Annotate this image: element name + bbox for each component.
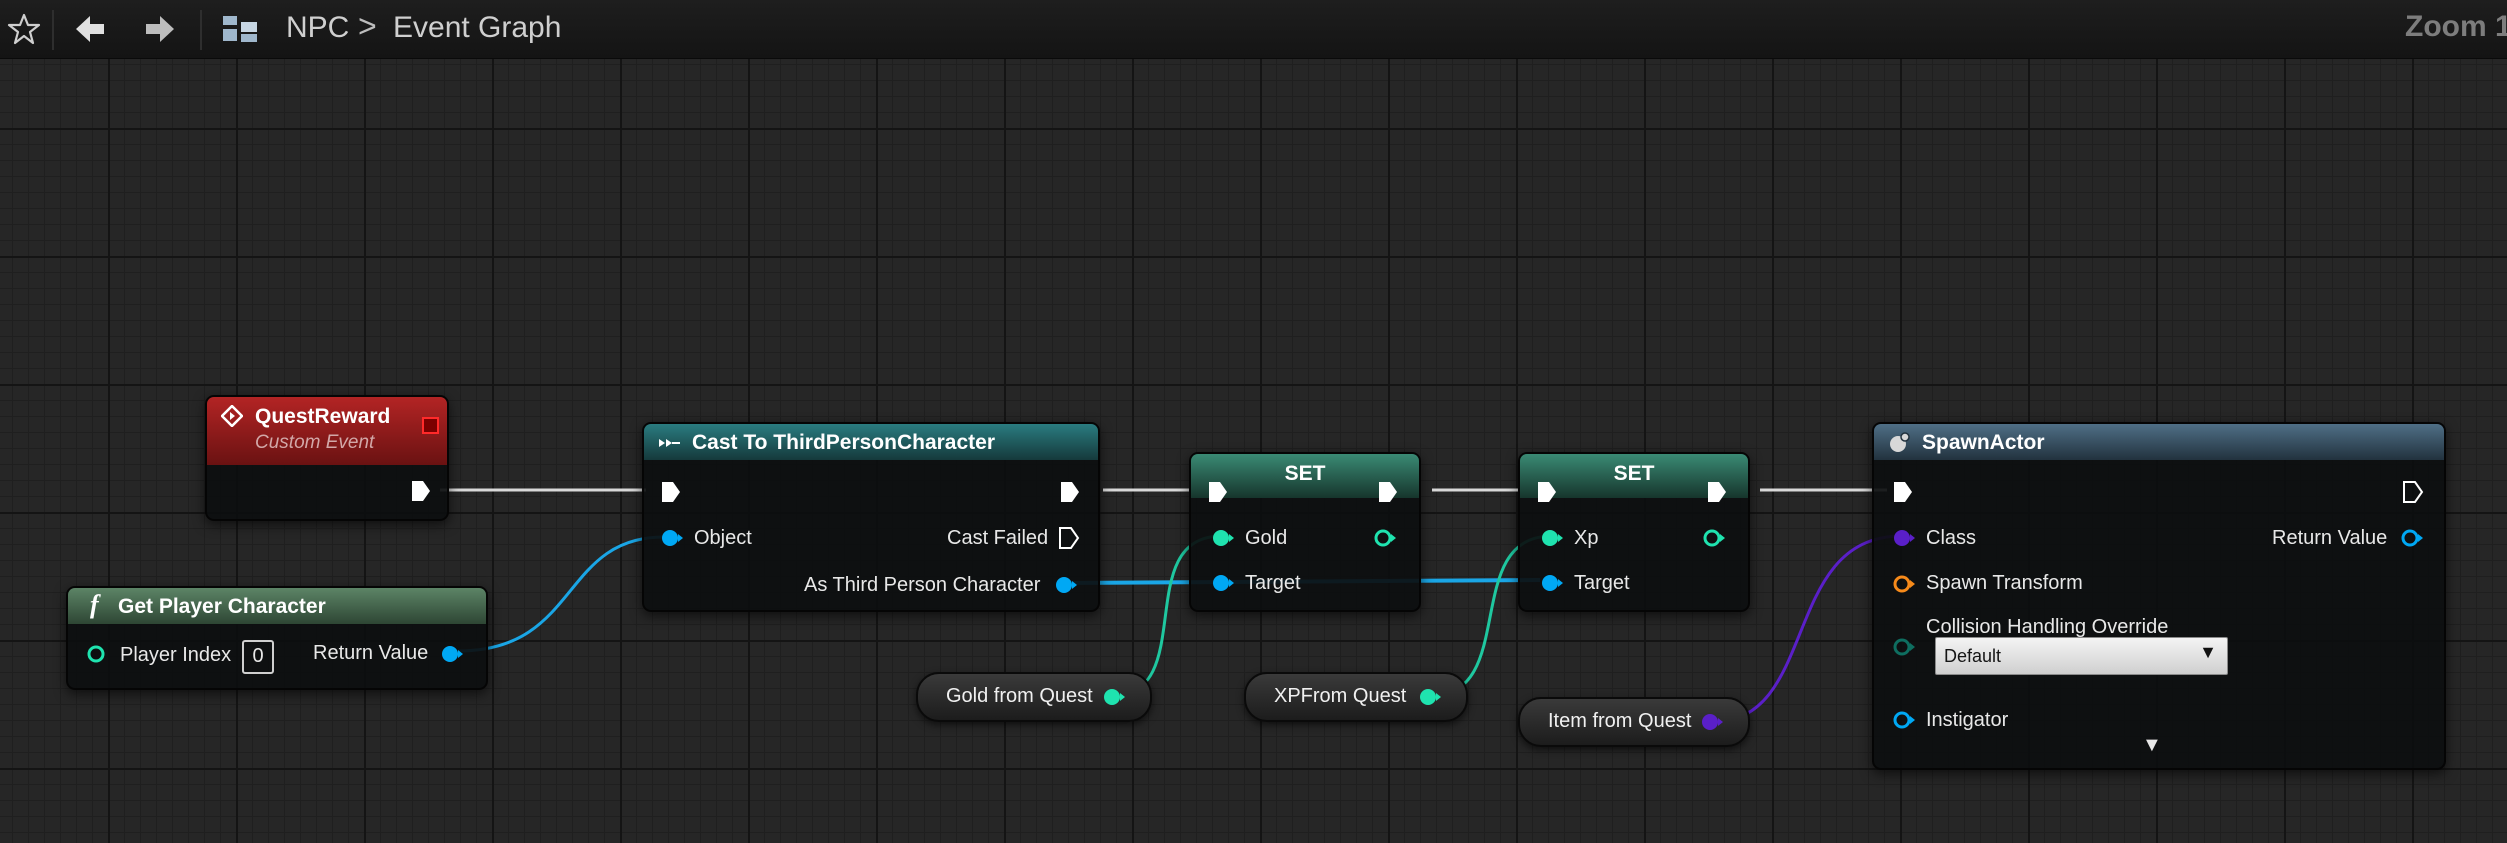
set-xp-node[interactable]: SET Xp Target [1518,452,1750,612]
item-from-quest-pin[interactable] [1700,710,1724,734]
quest-reward-header: QuestReward Custom Event [207,397,447,465]
instigator-pin[interactable] [1892,708,1916,732]
spawn-actor-title: SpawnActor [1922,431,2045,454]
target-label: Target [1245,572,1301,594]
gold-in-pin[interactable] [1211,526,1235,550]
get-player-character-node[interactable]: f Get Player Character Player Index 0 Re… [66,586,488,690]
as-third-person-label: As Third Person Character [804,574,1041,596]
player-index-value: 0 [252,645,264,667]
spawn-actor-icon [1890,432,1910,452]
return-value-label: Return Value [313,642,429,664]
xp-in-pin[interactable] [1540,526,1564,550]
exec-out-pin[interactable] [410,479,432,503]
exec-in-pin[interactable] [660,480,682,504]
cast-failed-exec-pin[interactable] [1058,526,1080,550]
cast-header: Cast To ThirdPersonCharacter [644,424,1098,460]
target-pin[interactable] [1540,571,1564,595]
target-label: Target [1574,572,1630,594]
xp-from-quest-node[interactable]: XPFrom Quest [1244,672,1468,722]
gold-label: Gold [1245,527,1288,549]
spawn-actor-header: SpawnActor [1874,424,2444,460]
quest-reward-title: QuestReward [255,405,391,428]
exec-out-pin[interactable] [1377,480,1399,504]
exec-in-pin[interactable] [1207,480,1229,504]
instigator-label: Instigator [1926,709,2009,731]
cast-arrows-icon [659,439,680,447]
spawn-actor-node[interactable]: SpawnActor Class Return Value Spawn Tran… [1872,422,2446,770]
gold-from-quest-pin[interactable] [1102,685,1126,709]
quest-reward-subtitle: Custom Event [255,432,375,453]
object-pin[interactable] [660,526,684,550]
spawn-transform-pin[interactable] [1892,572,1916,596]
xp-out-pin[interactable] [1702,526,1726,550]
delegate-pin-icon[interactable] [422,417,439,434]
xp-from-quest-label: XPFrom Quest [1274,685,1407,707]
exec-out-pin[interactable] [1706,480,1728,504]
class-label: Class [1926,527,1977,549]
cast-title: Cast To ThirdPersonCharacter [692,431,996,454]
collision-pin[interactable] [1892,635,1916,659]
class-pin[interactable] [1892,526,1916,550]
gold-from-quest-label: Gold from Quest [946,685,1093,707]
return-value-pin[interactable] [440,642,464,666]
get-player-character-header: f Get Player Character [68,588,486,624]
exec-out-pin[interactable] [2402,480,2424,504]
xp-from-quest-pin[interactable] [1418,685,1442,709]
set-gold-node[interactable]: SET Gold Target [1189,452,1421,612]
chevron-down-icon: ▼ [2199,642,2217,662]
player-index-label: Player Index [120,644,232,666]
object-label: Object [694,527,752,549]
cast-failed-label: Cast Failed [947,527,1049,549]
exec-in-pin[interactable] [1892,480,1914,504]
gold-out-pin[interactable] [1373,526,1397,550]
get-player-character-title: Get Player Character [118,595,326,618]
player-index-pin[interactable] [86,644,106,664]
return-value-pin[interactable] [2400,526,2424,550]
player-index-input[interactable]: 0 [242,640,274,674]
collision-handling-label: Collision Handling Override [1926,616,2169,638]
collision-handling-dropdown[interactable]: Default ▼ [1935,637,2228,675]
expand-arrow-icon[interactable]: ▼ [2142,734,2162,757]
collision-dropdown-value: Default [1944,646,2002,666]
xp-label: Xp [1574,527,1599,549]
item-from-quest-node[interactable]: Item from Quest [1518,697,1750,747]
cast-node[interactable]: Cast To ThirdPersonCharacter Object Cast… [642,422,1100,612]
exec-in-pin[interactable] [1536,480,1558,504]
exec-out-pin[interactable] [1059,480,1081,504]
return-value-label: Return Value [2272,527,2388,549]
event-diamond-icon [221,405,243,427]
spawn-transform-label: Spawn Transform [1926,572,2083,594]
quest-reward-event-node[interactable]: QuestReward Custom Event [205,395,449,521]
object-wire [457,535,665,653]
target-pin[interactable] [1211,571,1235,595]
function-icon: f [90,590,99,619]
item-from-quest-label: Item from Quest [1548,710,1692,732]
as-third-person-pin[interactable] [1054,573,1078,597]
gold-from-quest-node[interactable]: Gold from Quest [916,672,1152,722]
